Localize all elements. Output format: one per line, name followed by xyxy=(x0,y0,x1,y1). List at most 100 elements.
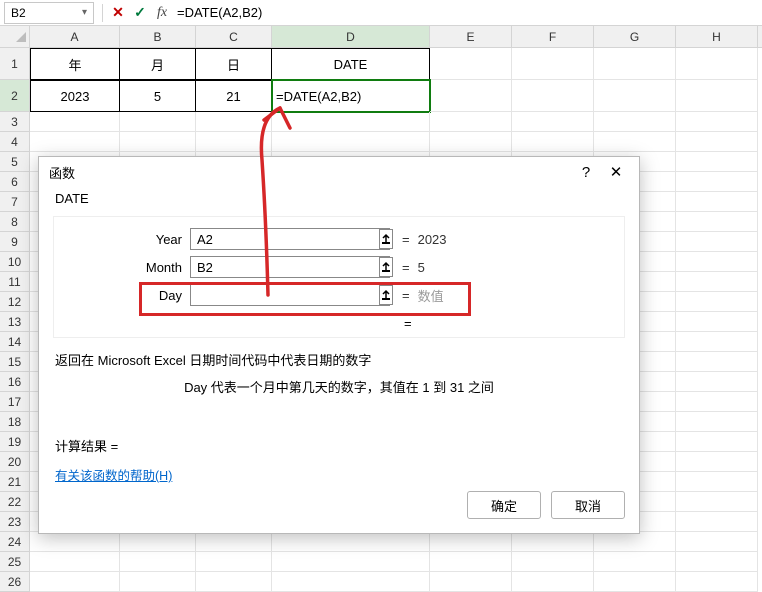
cell[interactable] xyxy=(430,112,512,132)
cell[interactable] xyxy=(676,112,758,132)
cell[interactable] xyxy=(430,572,512,592)
cell[interactable] xyxy=(676,132,758,152)
row-header[interactable]: 25 xyxy=(0,552,30,572)
cell[interactable] xyxy=(676,232,758,252)
row-header[interactable]: 5 xyxy=(0,152,30,172)
cell[interactable] xyxy=(196,132,272,152)
cell[interactable] xyxy=(430,132,512,152)
row-header[interactable]: 21 xyxy=(0,472,30,492)
cell[interactable] xyxy=(512,112,594,132)
cell[interactable] xyxy=(676,372,758,392)
cancel-formula-icon[interactable]: ✕ xyxy=(107,2,129,24)
row-header[interactable]: 6 xyxy=(0,172,30,192)
row-header[interactable]: 16 xyxy=(0,372,30,392)
cell[interactable] xyxy=(272,112,430,132)
name-box[interactable]: B2 ▾ xyxy=(4,2,94,24)
row-header[interactable]: 4 xyxy=(0,132,30,152)
argument-input[interactable] xyxy=(191,229,379,249)
cell[interactable] xyxy=(30,132,120,152)
cell[interactable] xyxy=(594,532,676,552)
row-header[interactable]: 24 xyxy=(0,532,30,552)
cell[interactable]: 日 xyxy=(196,48,272,80)
cell[interactable] xyxy=(676,572,758,592)
cell[interactable] xyxy=(676,392,758,412)
row-header[interactable]: 22 xyxy=(0,492,30,512)
cell[interactable] xyxy=(676,432,758,452)
cell[interactable] xyxy=(676,352,758,372)
cell[interactable] xyxy=(594,48,676,80)
cell[interactable]: 年 xyxy=(30,48,120,80)
column-header[interactable]: E xyxy=(430,26,512,47)
cell[interactable] xyxy=(272,552,430,572)
column-header[interactable]: D xyxy=(272,26,430,47)
cell[interactable] xyxy=(196,572,272,592)
cell[interactable] xyxy=(30,572,120,592)
cell[interactable] xyxy=(272,532,430,552)
cell[interactable] xyxy=(430,48,512,80)
row-header[interactable]: 15 xyxy=(0,352,30,372)
column-header[interactable]: A xyxy=(30,26,120,47)
cell[interactable] xyxy=(676,332,758,352)
column-header[interactable]: G xyxy=(594,26,676,47)
row-header[interactable]: 2 xyxy=(0,80,30,112)
cell[interactable] xyxy=(30,552,120,572)
cell[interactable] xyxy=(676,272,758,292)
cell[interactable] xyxy=(594,80,676,112)
cell[interactable] xyxy=(594,552,676,572)
row-header[interactable]: 9 xyxy=(0,232,30,252)
cell[interactable] xyxy=(120,552,196,572)
select-all-corner[interactable] xyxy=(0,26,30,48)
row-header[interactable]: 1 xyxy=(0,48,30,80)
row-header[interactable]: 19 xyxy=(0,432,30,452)
row-header[interactable]: 18 xyxy=(0,412,30,432)
row-header[interactable]: 23 xyxy=(0,512,30,532)
cell[interactable]: DATE xyxy=(272,48,430,80)
cell[interactable] xyxy=(594,572,676,592)
cell[interactable] xyxy=(676,172,758,192)
cell[interactable] xyxy=(120,532,196,552)
column-header[interactable]: F xyxy=(512,26,594,47)
cell[interactable] xyxy=(272,132,430,152)
cell[interactable] xyxy=(120,132,196,152)
cell[interactable]: =DATE(A2,B2) xyxy=(272,80,430,112)
help-icon[interactable]: ? xyxy=(571,164,601,181)
row-header[interactable]: 13 xyxy=(0,312,30,332)
argument-input[interactable] xyxy=(191,285,379,305)
row-header[interactable]: 11 xyxy=(0,272,30,292)
cell[interactable] xyxy=(430,532,512,552)
cell[interactable] xyxy=(676,252,758,272)
chevron-down-icon[interactable]: ▾ xyxy=(82,7,87,18)
cell[interactable] xyxy=(430,552,512,572)
row-header[interactable]: 26 xyxy=(0,572,30,592)
cell[interactable] xyxy=(512,552,594,572)
cell[interactable] xyxy=(120,572,196,592)
cell[interactable] xyxy=(676,152,758,172)
column-header[interactable]: C xyxy=(196,26,272,47)
ok-button[interactable]: 确定 xyxy=(467,491,541,519)
row-header[interactable]: 3 xyxy=(0,112,30,132)
cell[interactable] xyxy=(30,532,120,552)
dialog-titlebar[interactable]: 函数 ? ✕ xyxy=(39,157,639,187)
cell[interactable] xyxy=(196,552,272,572)
row-header[interactable]: 10 xyxy=(0,252,30,272)
cell[interactable] xyxy=(676,512,758,532)
cell[interactable]: 21 xyxy=(196,80,272,112)
cell[interactable] xyxy=(676,48,758,80)
row-header[interactable]: 12 xyxy=(0,292,30,312)
cell[interactable] xyxy=(512,532,594,552)
column-header[interactable]: B xyxy=(120,26,196,47)
cell[interactable] xyxy=(676,452,758,472)
cell[interactable] xyxy=(196,112,272,132)
cell[interactable] xyxy=(676,492,758,512)
cell[interactable]: 2023 xyxy=(30,80,120,112)
close-icon[interactable]: ✕ xyxy=(601,163,631,181)
row-header[interactable]: 17 xyxy=(0,392,30,412)
cell[interactable]: 5 xyxy=(120,80,196,112)
argument-input[interactable] xyxy=(191,257,379,277)
row-header[interactable]: 7 xyxy=(0,192,30,212)
column-header[interactable]: H xyxy=(676,26,758,47)
cell[interactable] xyxy=(512,132,594,152)
cell[interactable] xyxy=(676,412,758,432)
cell[interactable] xyxy=(676,552,758,572)
cell[interactable] xyxy=(676,212,758,232)
